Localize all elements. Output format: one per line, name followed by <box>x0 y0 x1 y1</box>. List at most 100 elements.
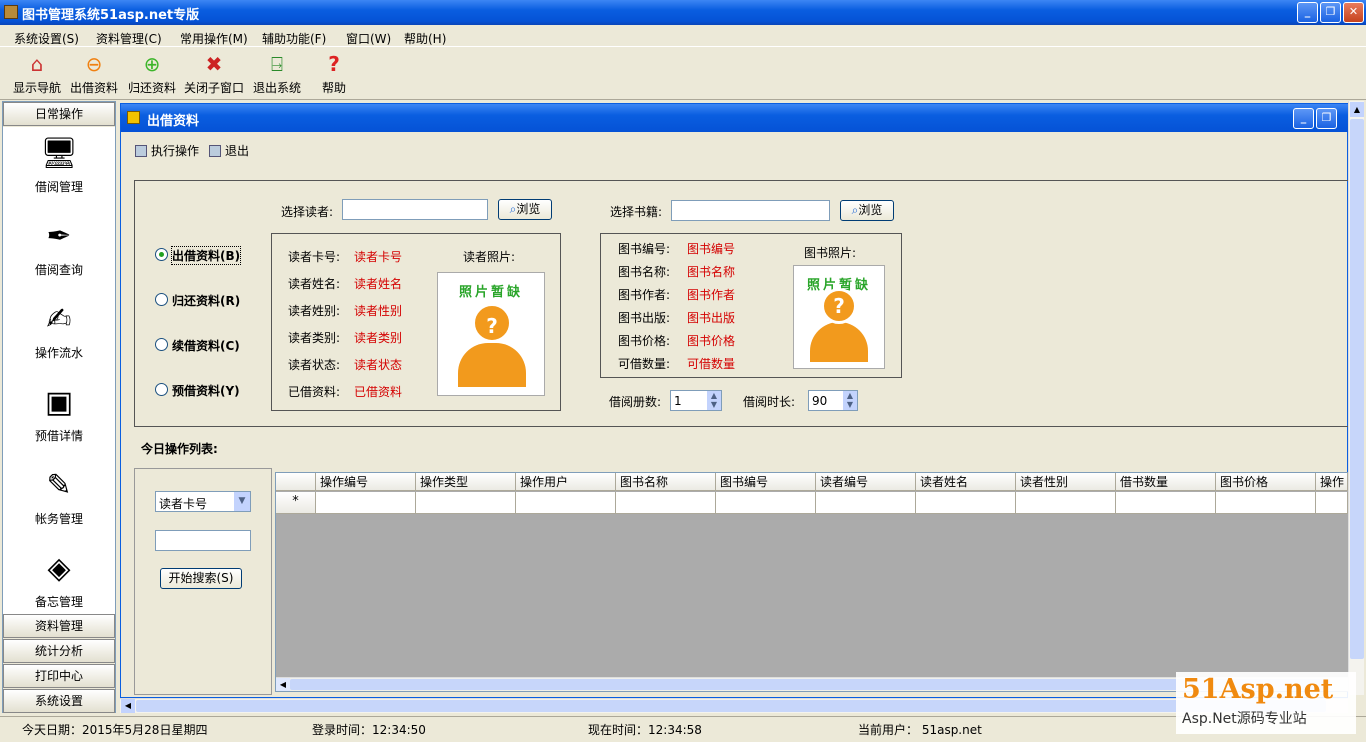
help-button[interactable]: ? 帮助 <box>318 51 350 96</box>
child-minimize-icon[interactable]: _ <box>1293 108 1314 129</box>
reader-gender-label: 读者姓别: <box>288 304 341 318</box>
column-header[interactable]: 图书编号 <box>716 473 816 491</box>
grid-cell[interactable] <box>616 492 716 514</box>
radio-reserve[interactable] <box>155 383 168 396</box>
grid-cell[interactable] <box>416 492 516 514</box>
column-header[interactable]: 操作用户 <box>516 473 616 491</box>
reader-borrowed-label: 已借资料: <box>288 385 341 399</box>
plus-circle-icon: ⊕ <box>143 52 161 76</box>
spin-icon[interactable]: ▲ ▼ <box>843 391 857 410</box>
memo-icon: ◈ <box>47 551 71 586</box>
reader-input[interactable] <box>342 199 488 220</box>
grid-cell[interactable] <box>1016 492 1116 514</box>
grid-cell[interactable] <box>316 492 416 514</box>
close-icon[interactable]: ✕ <box>1343 2 1364 23</box>
nav-header-settings[interactable]: 系统设置 <box>3 689 115 713</box>
reader-gender-value: 读者性别 <box>354 304 403 318</box>
menu-system[interactable]: 系统设置(S) <box>14 30 79 47</box>
spin-icon[interactable]: ▲ ▼ <box>707 391 721 410</box>
scroll-thumb[interactable] <box>136 700 1326 712</box>
pen-icon: ✒ <box>46 219 72 254</box>
borrow-days-stepper[interactable]: 90 ▲ ▼ <box>808 390 858 411</box>
scroll-left-icon[interactable]: ◀ <box>121 699 135 713</box>
restore-icon[interactable]: ❐ <box>1320 2 1341 23</box>
nav-header-daily[interactable]: 日常操作 <box>3 102 115 126</box>
column-header[interactable]: 图书名称 <box>616 473 716 491</box>
status-date: 今天日期：2015年5月28日星期四 <box>22 723 208 737</box>
start-search-button[interactable]: 开始搜索(S) <box>160 568 242 589</box>
column-header[interactable]: 读者编号 <box>816 473 916 491</box>
grid-cell[interactable] <box>716 492 816 514</box>
grid-cell[interactable] <box>1116 492 1216 514</box>
nav-item-borrow-query[interactable]: ✒ 借阅查询 <box>11 216 107 278</box>
person-silhouette-icon <box>810 322 868 362</box>
grid-cell[interactable] <box>1216 492 1316 514</box>
column-header[interactable]: 操作类型 <box>416 473 516 491</box>
chevron-down-icon[interactable]: ▼ <box>234 492 250 511</box>
nav-item-accounts[interactable]: ✎ 帐务管理 <box>11 465 107 527</box>
scroll-thumb[interactable] <box>1350 119 1364 659</box>
search-input[interactable] <box>155 530 251 551</box>
column-header[interactable]: 读者性别 <box>1016 473 1116 491</box>
operations-grid: 操作编号 操作类型 操作用户 图书名称 图书编号 读者编号 读者姓名 读者性别 借书数量 图书价格… <box>275 472 1349 692</box>
radio-lend-label[interactable]: 出借资料(B) <box>170 246 242 265</box>
show-nav-button[interactable]: ⌂ 显示导航 <box>12 51 62 96</box>
reader-photo: 照片暂缺 ? <box>437 272 545 396</box>
nav-item-operation-log[interactable]: ✍ 操作流水 <box>11 299 107 361</box>
exit-button[interactable]: 退出 <box>209 142 249 159</box>
menu-bar: 系统设置(S) 资料管理(C) 常用操作(M) 辅助功能(F) 窗口(W) 帮助… <box>0 25 1366 47</box>
menu-data[interactable]: 资料管理(C) <box>96 30 162 47</box>
borrow-count-stepper[interactable]: 1 ▲ ▼ <box>670 390 722 411</box>
grid-cell[interactable] <box>816 492 916 514</box>
exit-system-button[interactable]: ⍈ 退出系统 <box>250 51 304 96</box>
column-header[interactable]: 读者姓名 <box>916 473 1016 491</box>
grid-cell[interactable] <box>916 492 1016 514</box>
radio-renew-label[interactable]: 续借资料(C) <box>172 337 240 354</box>
execute-button[interactable]: 执行操作 <box>135 142 199 159</box>
nav-header-stats[interactable]: 统计分析 <box>3 639 115 663</box>
nav-item-memo[interactable]: ◈ 备忘管理 <box>11 548 107 610</box>
grid-cell[interactable] <box>516 492 616 514</box>
column-header[interactable]: 图书价格 <box>1216 473 1316 491</box>
menu-help[interactable]: 帮助(H) <box>404 30 446 47</box>
nav-header-print[interactable]: 打印中心 <box>3 664 115 688</box>
column-header[interactable]: 借书数量 <box>1116 473 1216 491</box>
book-price-value: 图书价格 <box>687 334 736 348</box>
book-publisher-label: 图书出版: <box>618 311 671 325</box>
minimize-icon[interactable]: _ <box>1297 2 1318 23</box>
title-bar: 图书管理系统51asp.net专版 _ ❐ ✕ <box>0 0 1366 25</box>
radio-lend[interactable] <box>155 248 168 261</box>
scroll-thumb[interactable] <box>290 679 1330 690</box>
nav-header-data[interactable]: 资料管理 <box>3 614 115 638</box>
reader-browse-button[interactable]: ⌕浏览 <box>498 199 552 220</box>
lend-button[interactable]: ⊖ 出借资料 <box>68 51 120 96</box>
close-child-button[interactable]: ✖ 关闭子窗口 <box>182 51 246 96</box>
radio-return-label[interactable]: 归还资料(R) <box>172 292 240 309</box>
grid-cell[interactable] <box>1316 492 1348 514</box>
app-icon <box>4 5 18 19</box>
book-select-label: 选择书籍: <box>610 205 663 219</box>
radio-reserve-label[interactable]: 预借资料(Y) <box>172 382 240 399</box>
search-field-select[interactable]: 读者卡号 ▼ <box>155 491 251 512</box>
home-icon: ⌂ <box>30 52 44 76</box>
menu-tools[interactable]: 辅助功能(F) <box>262 30 326 47</box>
scroll-left-icon[interactable]: ◀ <box>276 678 290 691</box>
column-header[interactable]: 操作编号 <box>316 473 416 491</box>
child-restore-icon[interactable]: ❐ <box>1316 108 1337 129</box>
return-button[interactable]: ⊕ 归还资料 <box>126 51 178 96</box>
status-user: 当前用户： 51asp.net <box>858 723 982 737</box>
main-horizontal-scrollbar[interactable]: ◀ <box>120 698 1348 713</box>
nav-item-borrow-manage[interactable]: 🖥 借阅管理 <box>11 133 107 195</box>
nav-item-reserve-detail[interactable]: ▣ 预借详情 <box>11 382 107 444</box>
main-vertical-scrollbar[interactable]: ▲ <box>1348 101 1364 695</box>
help-icon: ? <box>328 52 340 76</box>
radio-renew[interactable] <box>155 338 168 351</box>
book-input[interactable] <box>671 200 830 221</box>
book-price-label: 图书价格: <box>618 334 671 348</box>
radio-return[interactable] <box>155 293 168 306</box>
scroll-up-icon[interactable]: ▲ <box>1350 102 1364 117</box>
book-browse-button[interactable]: ⌕浏览 <box>840 200 894 221</box>
menu-window[interactable]: 窗口(W) <box>346 30 391 47</box>
menu-operations[interactable]: 常用操作(M) <box>180 30 248 47</box>
column-header[interactable]: 操作 <box>1316 473 1348 491</box>
